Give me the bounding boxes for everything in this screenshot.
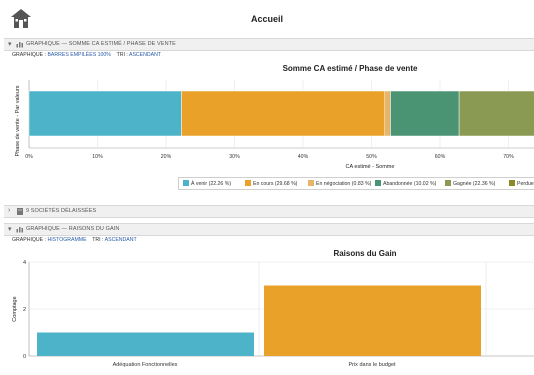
graph-type-link[interactable]: HISTOGRAMME [47, 237, 86, 243]
section-header-societes[interactable]: › 9 SOCIÉTÉS DÉLAISSÉES [4, 205, 534, 218]
x-tick-label: 40% [298, 154, 309, 160]
chart-icon [16, 227, 23, 233]
x-tick-label: 0% [25, 154, 33, 160]
section-title: GRAPHIQUE — RAISONS DU GAIN [26, 226, 120, 232]
legend-label: À venir (22.26 %) [191, 181, 232, 187]
histogram-chart: 0 2 4 Adéquation Fonctionnelles Prix dans le… [23, 260, 534, 368]
x-tick-label: 20% [161, 154, 172, 160]
legend-swatch [445, 180, 451, 186]
legend-swatch [245, 180, 251, 186]
x-category-label: Adéquation Fonctionnelles [113, 362, 178, 368]
x-tick-label: 50% [366, 154, 377, 160]
legend-label: Abandonnée (10.02 %) [383, 181, 437, 187]
x-tick-label: 70% [503, 154, 514, 160]
chart-options-row: GRAPHIQUE : HISTOGRAMME TRI : ASCENDANT [12, 237, 137, 243]
histogram-bar [37, 332, 254, 356]
y-tick-label: 2 [23, 307, 26, 313]
legend-item[interactable]: En cours (29.68 %) [245, 180, 297, 187]
legend-swatch [509, 180, 515, 186]
y-tick-label: 0 [23, 354, 26, 360]
histogram-bar [264, 285, 481, 356]
legend-item[interactable]: À venir (22.26 %) [183, 180, 231, 187]
chevron-down-icon[interactable]: ▾ [8, 225, 12, 233]
section-header-raisons-gain[interactable]: ▾ GRAPHIQUE — RAISONS DU GAIN [4, 223, 534, 236]
legend-item[interactable]: En négociation (0.83 %) [308, 180, 371, 187]
bar-segment [384, 90, 391, 137]
x-tick-label: 10% [92, 154, 103, 160]
chevron-right-icon[interactable]: › [8, 207, 10, 214]
legend-item[interactable]: Abandonnée (10.02 %) [375, 180, 436, 187]
bar-segment [181, 90, 386, 137]
x-category-label: Prix dans le budget [348, 362, 396, 368]
section-title: 9 SOCIÉTÉS DÉLAISSÉES [26, 208, 97, 214]
legend-label: Gagnée (22.36 %) [453, 181, 496, 187]
legend-label: En négociation (0.83 %) [316, 181, 372, 187]
legend-swatch [183, 180, 189, 186]
bar-segment [28, 90, 182, 137]
bar-segment [458, 90, 534, 137]
legend-swatch [375, 180, 381, 186]
x-tick-label: 30% [229, 154, 240, 160]
sort-link[interactable]: ASCENDANT [105, 237, 137, 243]
chart-xlabel: CA estimé - Somme [345, 164, 395, 170]
stacked-bar-chart: 0% 10% 20% 30% 40% 50% 60% 70% [25, 80, 534, 160]
x-tick-label: 60% [435, 154, 446, 160]
legend-item[interactable]: Perdue ( [509, 180, 534, 187]
chart-legend: À venir (22.26 %) En cours (29.68 %) En né… [178, 177, 534, 190]
sort-label: TRI : [92, 237, 104, 243]
legend-item[interactable]: Gagnée (22.36 %) [445, 180, 495, 187]
bar-segment [390, 90, 460, 137]
y-tick-label: 4 [23, 260, 26, 266]
legend-label: Perdue ( [517, 181, 534, 187]
legend-swatch [308, 180, 314, 186]
graph-type-label: GRAPHIQUE : [12, 237, 47, 243]
building-icon [17, 208, 23, 215]
legend-label: En cours (29.68 %) [253, 181, 298, 187]
